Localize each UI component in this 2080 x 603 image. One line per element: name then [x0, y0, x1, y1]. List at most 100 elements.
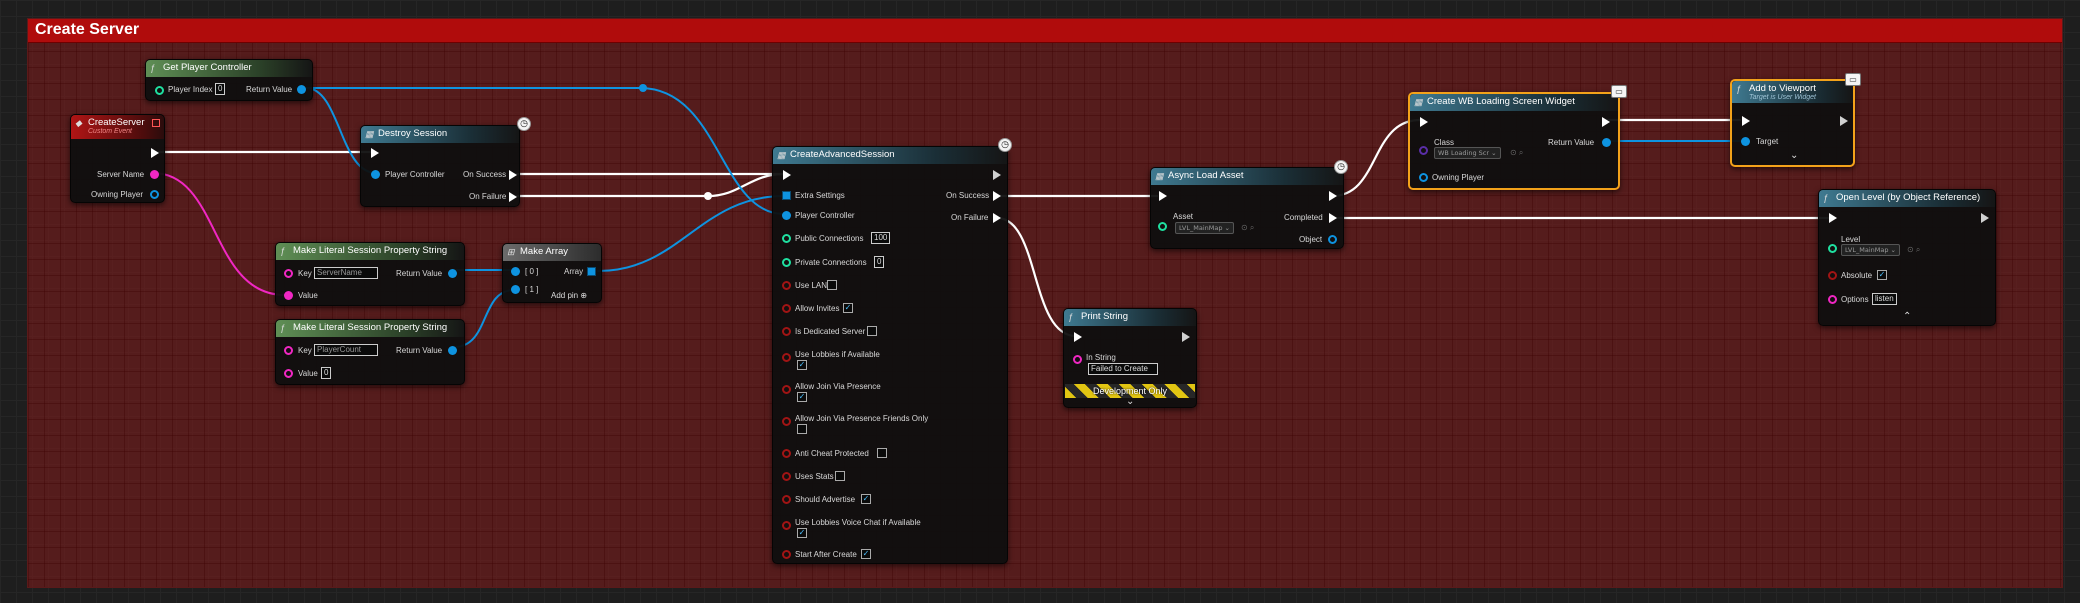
node-create-widget[interactable]: ▦ Create WB Loading Screen Widget ▭ Class… — [1408, 85, 1627, 190]
use-lan-pin[interactable] — [782, 281, 791, 290]
exec-in-pin[interactable] — [371, 148, 379, 158]
on-success-pin[interactable] — [509, 170, 517, 180]
node-print-string[interactable]: ƒ Print String In String Failed to Create… — [1063, 308, 1197, 408]
exec-in-pin[interactable] — [1159, 191, 1167, 201]
private-connections-pin[interactable] — [782, 258, 791, 267]
delegate-pin[interactable] — [152, 119, 160, 127]
anti-cheat-checkbox[interactable] — [877, 448, 887, 458]
private-connections-field[interactable]: 0 — [874, 256, 885, 268]
options-field[interactable]: listen — [1872, 293, 1897, 305]
node-async-load-asset[interactable]: ▦ Async Load Asset ◷ Asset LVL_MainMap ⌄ … — [1150, 160, 1348, 249]
player-index-field[interactable]: 0 — [215, 83, 226, 95]
presence-friends-pin[interactable] — [782, 417, 791, 426]
owning-player-pin[interactable] — [1419, 173, 1428, 182]
player-index-pin[interactable] — [155, 86, 164, 95]
return-value-pin[interactable] — [448, 346, 457, 355]
exec-out-pin[interactable] — [993, 170, 1001, 180]
node-create-advanced-session[interactable]: ▦ CreateAdvancedSession ◷ Extra Settings … — [772, 138, 1012, 564]
extra-settings-pin[interactable] — [782, 191, 791, 200]
start-after-create-checkbox[interactable]: ✓ — [861, 549, 871, 559]
uses-stats-checkbox[interactable] — [835, 471, 845, 481]
key-pin[interactable] — [284, 269, 293, 278]
return-value-pin[interactable] — [1602, 138, 1611, 147]
exec-in-pin[interactable] — [1420, 117, 1428, 127]
array-in-0-pin[interactable] — [511, 267, 520, 276]
return-value-pin[interactable] — [448, 269, 457, 278]
exec-in-pin[interactable] — [783, 170, 791, 180]
absolute-pin[interactable] — [1828, 271, 1837, 280]
node-get-player-controller[interactable]: ƒ Get Player Controller Player Index 0 Re… — [145, 59, 313, 101]
comment-header[interactable]: Create Server — [28, 19, 2062, 43]
on-failure-pin[interactable] — [993, 213, 1001, 223]
class-dropdown[interactable]: WB Loading Scr ⌄ — [1434, 147, 1501, 159]
exec-out-pin[interactable] — [1182, 332, 1190, 342]
chevron-down-icon[interactable]: ⌄ — [1790, 150, 1798, 161]
key-field[interactable]: ServerName — [314, 267, 378, 279]
level-pin[interactable] — [1828, 244, 1837, 253]
node-make-array[interactable]: ⊞ Make Array [ 0 ] Array [ 1 ] Add pin ⊕ — [502, 243, 602, 303]
class-pin[interactable] — [1419, 146, 1428, 155]
options-pin[interactable] — [1828, 295, 1837, 304]
chevron-down-icon[interactable]: ⌄ — [1126, 396, 1134, 407]
key-field[interactable]: PlayerCount — [314, 344, 378, 356]
server-name-pin[interactable] — [150, 170, 159, 179]
node-open-level[interactable]: ƒ Open Level (by Object Reference) Level … — [1818, 189, 1996, 326]
exec-in-pin[interactable] — [1074, 332, 1082, 342]
use-lobbies-pin[interactable] — [782, 353, 791, 362]
exec-out-pin[interactable] — [1840, 116, 1848, 126]
node-add-to-viewport[interactable]: ƒ Add to Viewport Target is User Widget ▭ … — [1730, 73, 1861, 167]
should-advertise-checkbox[interactable]: ✓ — [861, 494, 871, 504]
voice-chat-checkbox[interactable]: ✓ — [797, 528, 807, 538]
class-browse-icons[interactable]: ⊙ ⌕ — [1510, 148, 1523, 158]
use-lan-checkbox[interactable] — [827, 280, 837, 290]
player-controller-pin[interactable] — [782, 211, 791, 220]
allow-invites-checkbox[interactable]: ✓ — [843, 303, 853, 313]
exec-in-pin[interactable] — [1742, 116, 1750, 126]
absolute-checkbox[interactable]: ✓ — [1877, 270, 1887, 280]
in-string-field[interactable]: Failed to Create — [1088, 363, 1158, 375]
asset-browse-icons[interactable]: ⊙ ⌕ — [1241, 223, 1254, 233]
anti-cheat-pin[interactable] — [782, 449, 791, 458]
exec-out-pin[interactable] — [1329, 191, 1337, 201]
dedicated-server-pin[interactable] — [782, 327, 791, 336]
should-advertise-pin[interactable] — [782, 495, 791, 504]
allow-join-presence-pin[interactable] — [782, 385, 791, 394]
use-lobbies-checkbox[interactable]: ✓ — [797, 360, 807, 370]
add-pin-button[interactable]: Add pin ⊕ — [551, 291, 587, 300]
on-failure-pin[interactable] — [509, 192, 517, 202]
public-connections-field[interactable]: 100 — [871, 232, 891, 244]
node-make-literal-property-1[interactable]: ƒ Make Literal Session Property String Ke… — [275, 242, 465, 306]
exec-in-pin[interactable] — [1829, 213, 1837, 223]
dedicated-server-checkbox[interactable] — [867, 326, 877, 336]
allow-join-presence-checkbox[interactable]: ✓ — [797, 392, 807, 402]
exec-out-pin[interactable] — [1602, 117, 1610, 127]
node-create-server-event[interactable]: ◆ CreateServer Custom Event Server Name Ow… — [70, 114, 165, 203]
uses-stats-pin[interactable] — [782, 472, 791, 481]
exec-out-pin[interactable] — [151, 148, 159, 158]
in-string-pin[interactable] — [1073, 355, 1082, 364]
level-browse-icons[interactable]: ⊙ ⌕ — [1907, 245, 1920, 255]
voice-chat-pin[interactable] — [782, 521, 791, 530]
array-in-1-pin[interactable] — [511, 285, 520, 294]
chevron-up-icon[interactable]: ⌃ — [1903, 311, 1911, 322]
node-destroy-session[interactable]: ▦ Destroy Session ◷ Player Controller On … — [360, 117, 531, 207]
presence-friends-checkbox[interactable] — [797, 424, 807, 434]
asset-dropdown[interactable]: LVL_MainMap ⌄ — [1175, 222, 1234, 234]
level-dropdown[interactable]: LVL_MainMap ⌄ — [1841, 244, 1900, 256]
value-pin[interactable] — [284, 369, 293, 378]
value-field[interactable]: 0 — [321, 367, 332, 379]
allow-invites-pin[interactable] — [782, 304, 791, 313]
start-after-create-pin[interactable] — [782, 550, 791, 559]
key-pin[interactable] — [284, 346, 293, 355]
value-pin[interactable] — [284, 291, 293, 300]
public-connections-pin[interactable] — [782, 234, 791, 243]
asset-pin[interactable] — [1158, 222, 1167, 231]
array-out-pin[interactable] — [587, 267, 596, 276]
owning-player-pin[interactable] — [150, 190, 159, 199]
player-controller-pin[interactable] — [371, 170, 380, 179]
node-make-literal-property-2[interactable]: ƒ Make Literal Session Property String Ke… — [275, 319, 465, 385]
target-pin[interactable] — [1741, 137, 1750, 146]
return-value-pin[interactable] — [297, 85, 306, 94]
object-pin[interactable] — [1328, 235, 1337, 244]
exec-out-pin[interactable] — [1981, 213, 1989, 223]
